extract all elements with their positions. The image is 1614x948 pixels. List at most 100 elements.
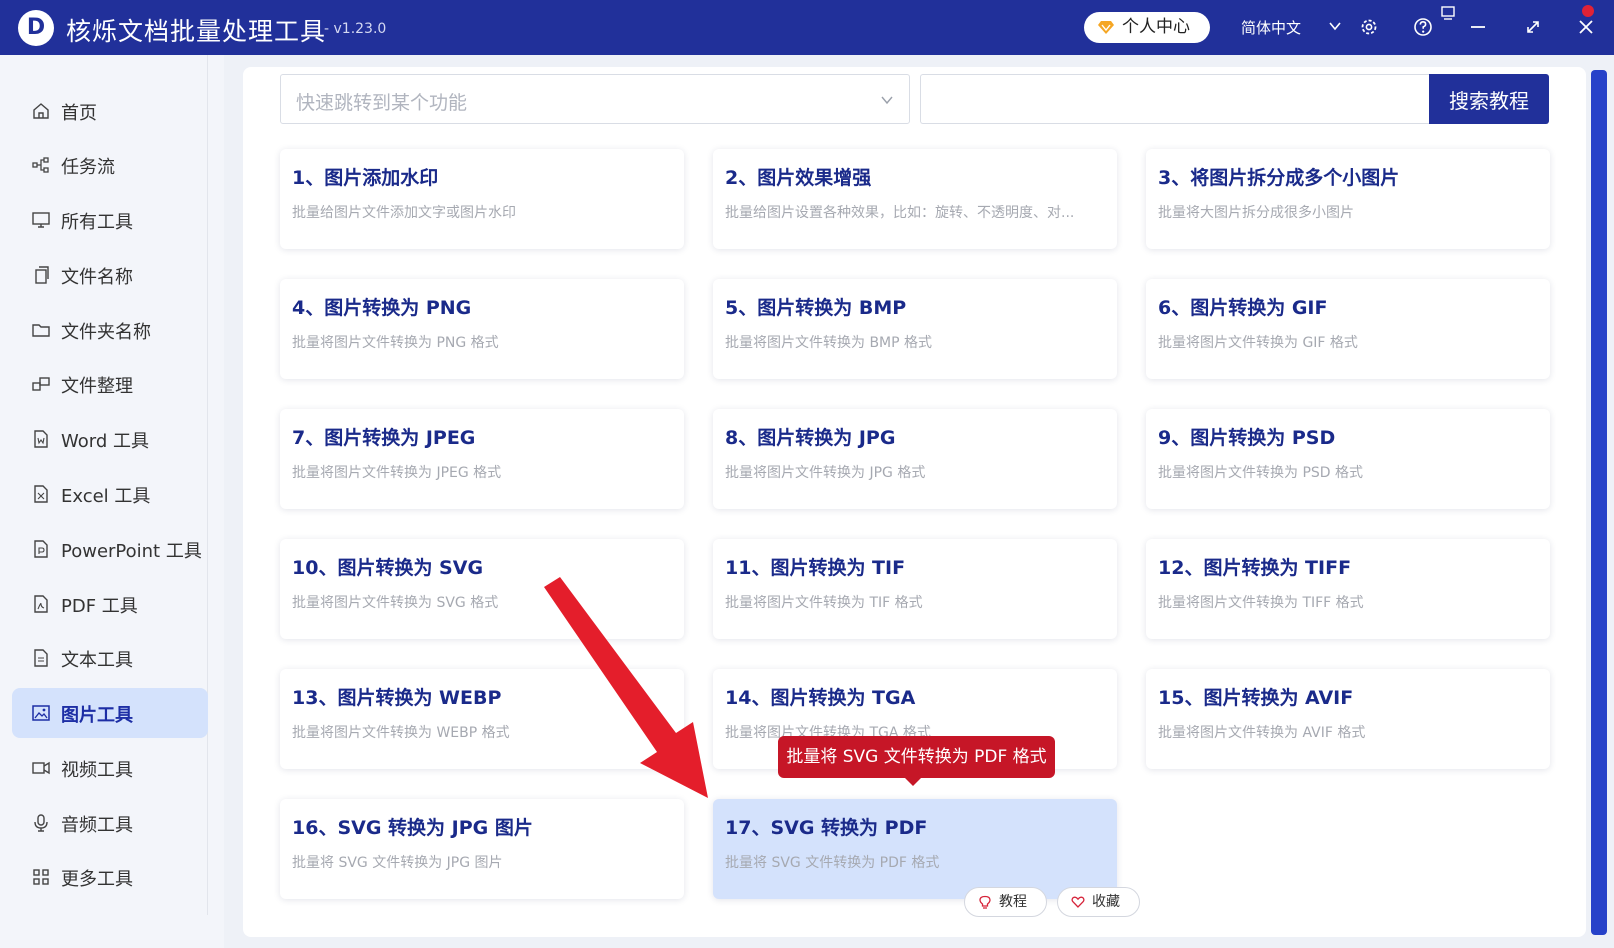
tutorial-button[interactable]: 教程	[964, 887, 1047, 917]
tool-card-title: 10、图片转换为 SVG	[292, 557, 484, 579]
excel-file-icon	[34, 485, 48, 503]
tool-card[interactable]: 2、图片效果增强 批量给图片设置各种效果，比如：旋转、不透明度、对...	[713, 149, 1117, 249]
heart-icon	[1071, 896, 1085, 908]
sidebar-item-label: PDF 工具	[61, 596, 138, 617]
gear-icon[interactable]	[1358, 16, 1380, 38]
scrollbar[interactable]	[1591, 70, 1607, 935]
tool-card-title: 17、SVG 转换为 PDF	[725, 817, 928, 839]
tool-card[interactable]: 15、图片转换为 AVIF 批量将图片文件转换为 AVIF 格式	[1146, 669, 1550, 769]
sidebar-item-word-tools[interactable]: Word 工具	[12, 414, 208, 464]
chevron-down-icon[interactable]	[1328, 19, 1342, 33]
close-icon[interactable]	[1575, 16, 1597, 38]
tool-card-svg-to-pdf[interactable]: 17、SVG 转换为 PDF 批量将 SVG 文件转换为 PDF 格式	[713, 799, 1117, 899]
sidebar-item-workflow[interactable]: 任务流	[12, 140, 208, 190]
tool-card-desc: 批量将 SVG 文件转换为 PDF 格式	[725, 855, 940, 871]
sidebar-item-powerpoint-tools[interactable]: PowerPoint 工具	[12, 524, 208, 574]
tool-card-desc: 批量将图片文件转换为 WEBP 格式	[292, 725, 510, 741]
sidebar-item-file-name[interactable]: 文件名称	[12, 250, 208, 300]
minimize-icon[interactable]	[1467, 16, 1489, 38]
tool-card-title: 5、图片转换为 BMP	[725, 297, 907, 319]
sidebar-item-label: 图片工具	[61, 705, 133, 726]
sidebar-item-more-tools[interactable]: 更多工具	[12, 852, 208, 902]
tool-card[interactable]: 10、图片转换为 SVG 批量将图片文件转换为 SVG 格式	[280, 539, 684, 639]
tool-card-desc: 批量将图片文件转换为 PSD 格式	[1158, 465, 1364, 481]
sidebar-item-label: Excel 工具	[61, 486, 151, 507]
tool-card[interactable]: 13、图片转换为 WEBP 批量将图片文件转换为 WEBP 格式	[280, 669, 684, 769]
sidebar-item-label: 文件名称	[61, 267, 133, 288]
tool-card[interactable]: 12、图片转换为 TIFF 批量将图片文件转换为 TIFF 格式	[1146, 539, 1550, 639]
monitor-icon	[32, 212, 50, 228]
sidebar-item-audio-tools[interactable]: 音频工具	[12, 798, 208, 848]
tool-card[interactable]: 3、将图片拆分成多个小图片 批量将大图片拆分成很多小图片	[1146, 149, 1550, 249]
search-tutorial-button[interactable]: 搜索教程	[1429, 74, 1549, 124]
organize-icon	[32, 377, 50, 391]
sidebar-item-label: 文件夹名称	[61, 322, 151, 343]
favorite-button[interactable]: 收藏	[1057, 887, 1140, 917]
sidebar-item-all-tools[interactable]: 所有工具	[12, 195, 208, 245]
quick-jump-select[interactable]: 快速跳转到某个功能	[280, 74, 910, 124]
user-center-label: 个人中心	[1122, 17, 1190, 37]
sidebar-item-folder-name[interactable]: 文件夹名称	[12, 305, 208, 355]
help-icon[interactable]	[1412, 16, 1434, 38]
tool-card-desc: 批量将图片文件转换为 GIF 格式	[1158, 335, 1358, 351]
tool-card[interactable]: 9、图片转换为 PSD 批量将图片文件转换为 PSD 格式	[1146, 409, 1550, 509]
sidebar-item-image-tools[interactable]: 图片工具	[12, 688, 208, 738]
quick-jump-placeholder: 快速跳转到某个功能	[296, 92, 468, 114]
tool-card-title: 14、图片转换为 TGA	[725, 687, 916, 709]
tool-card-desc: 批量将图片文件转换为 JPG 格式	[725, 465, 926, 481]
tool-card[interactable]: 6、图片转换为 GIF 批量将图片文件转换为 GIF 格式	[1146, 279, 1550, 379]
sidebar-item-pdf-tools[interactable]: PDF 工具	[12, 579, 208, 629]
folder-icon	[32, 324, 50, 337]
sidebar-item-text-tools[interactable]: 文本工具	[12, 633, 208, 683]
sidebar-item-label: 视频工具	[61, 760, 133, 781]
tool-card-title: 4、图片转换为 PNG	[292, 297, 472, 319]
tool-card-desc: 批量将图片文件转换为 AVIF 格式	[1158, 725, 1366, 741]
tool-card[interactable]: 11、图片转换为 TIF 批量将图片文件转换为 TIF 格式	[713, 539, 1117, 639]
tool-card-desc: 批量将大图片拆分成很多小图片	[1158, 205, 1354, 221]
tool-card[interactable]: 1、图片添加水印 批量给图片文件添加文字或图片水印	[280, 149, 684, 249]
text-file-icon	[34, 649, 48, 667]
tool-card-title: 15、图片转换为 AVIF	[1158, 687, 1354, 709]
video-icon	[32, 761, 50, 775]
card-tooltip: 批量将 SVG 文件转换为 PDF 格式	[778, 736, 1055, 778]
tool-card-desc: 批量将图片文件转换为 PNG 格式	[292, 335, 499, 351]
language-selector[interactable]: 简体中文	[1241, 17, 1301, 38]
tool-card[interactable]: 16、SVG 转换为 JPG 图片 批量将 SVG 文件转换为 JPG 图片	[280, 799, 684, 899]
tool-card-title: 12、图片转换为 TIFF	[1158, 557, 1352, 579]
pdf-file-icon	[34, 595, 48, 613]
tool-card-desc: 批量将图片文件转换为 TIFF 格式	[1158, 595, 1364, 611]
tool-card[interactable]: 5、图片转换为 BMP 批量将图片文件转换为 BMP 格式	[713, 279, 1117, 379]
file-copy-icon	[35, 266, 49, 284]
tool-card-title: 11、图片转换为 TIF	[725, 557, 906, 579]
maximize-icon[interactable]	[1522, 16, 1544, 38]
message-icon[interactable]	[1440, 5, 1456, 21]
chevron-down-icon	[881, 96, 893, 105]
tool-card[interactable]: 7、图片转换为 JPEG 批量将图片文件转换为 JPEG 格式	[280, 409, 684, 509]
sidebar-item-home[interactable]: 首页	[12, 86, 208, 136]
sidebar-item-label: 任务流	[61, 157, 115, 178]
microphone-icon	[34, 814, 48, 832]
sidebar-item-label: 文本工具	[61, 650, 133, 671]
sidebar-item-file-organize[interactable]: 文件整理	[12, 359, 208, 409]
image-icon	[32, 705, 50, 721]
tool-card-title: 9、图片转换为 PSD	[1158, 427, 1336, 449]
tutorial-search-input[interactable]	[920, 74, 1429, 124]
tool-card-desc: 批量给图片文件添加文字或图片水印	[292, 205, 516, 221]
tool-card[interactable]: 4、图片转换为 PNG 批量将图片文件转换为 PNG 格式	[280, 279, 684, 379]
sidebar-item-label: Word 工具	[61, 431, 149, 452]
tool-card-desc: 批量将图片文件转换为 JPEG 格式	[292, 465, 502, 481]
sidebar-item-video-tools[interactable]: 视频工具	[12, 743, 208, 793]
sidebar-item-label: 所有工具	[61, 212, 133, 233]
app-title: 核烁文档批量处理工具	[66, 17, 327, 46]
tutorial-label: 教程	[999, 894, 1027, 910]
tool-card[interactable]: 8、图片转换为 JPG 批量将图片文件转换为 JPG 格式	[713, 409, 1117, 509]
user-center-button[interactable]: 个人中心	[1084, 12, 1210, 43]
tool-card-title: 16、SVG 转换为 JPG 图片	[292, 817, 533, 839]
diamond-icon	[1098, 21, 1114, 34]
ppt-file-icon	[34, 540, 48, 558]
sidebar-item-excel-tools[interactable]: Excel 工具	[12, 469, 208, 519]
title-bar: D 核烁文档批量处理工具 - v1.23.0 个人中心 简体中文	[0, 0, 1614, 55]
sidebar-item-label: 文件整理	[61, 376, 133, 397]
tooltip-tail	[904, 777, 922, 786]
tool-card-desc: 批量给图片设置各种效果，比如：旋转、不透明度、对...	[725, 205, 1075, 221]
